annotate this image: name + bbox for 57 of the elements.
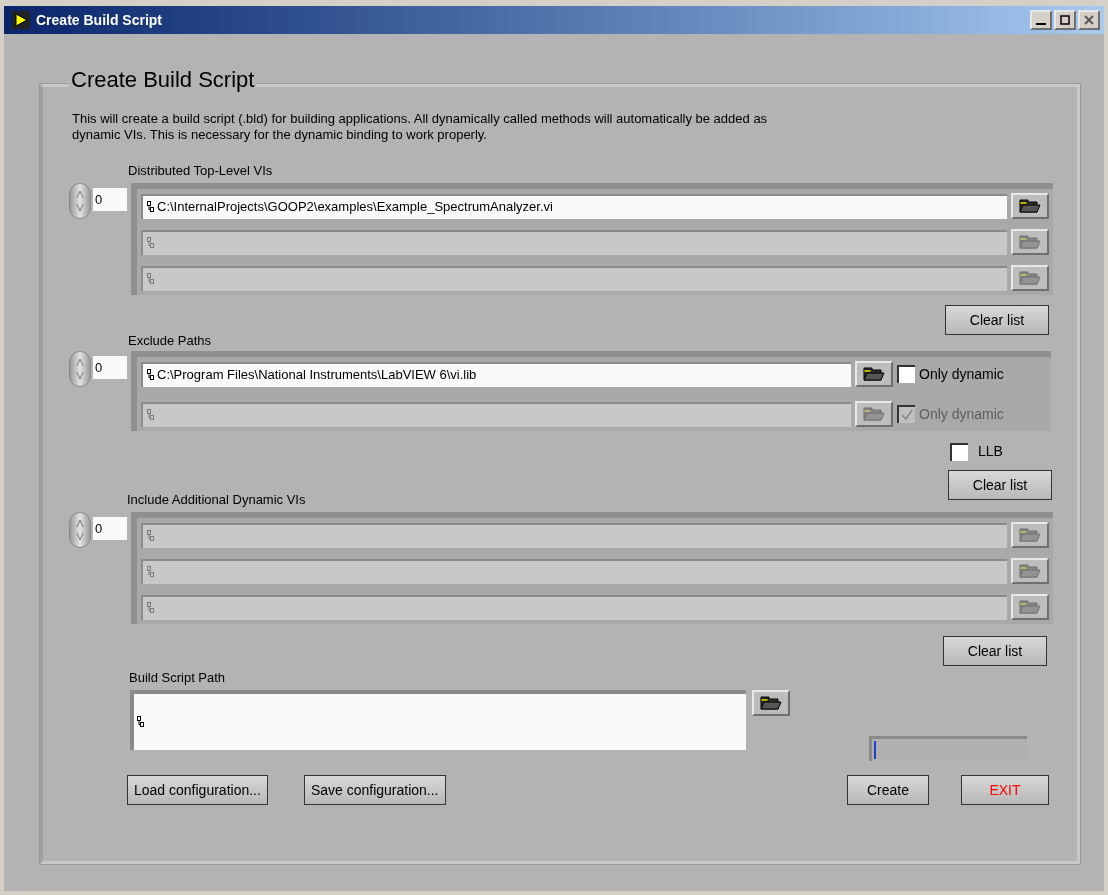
path-field[interactable]: C:\InternalProjects\GOOP2\examples\Example_SpectrumAnalyzer.vi [141,193,1007,219]
path-icon [147,237,154,249]
close-icon [1084,15,1094,25]
browse-button[interactable] [855,361,893,387]
checkbox[interactable] [897,365,915,383]
path-icon [147,409,154,421]
path-icon [147,530,154,542]
minimize-button[interactable] [1030,10,1052,30]
folder-icon [760,696,782,710]
path-field[interactable]: C:\Program Files\National Instruments\LabVIEW 6\vi.lib [141,361,851,387]
check-icon [901,409,913,421]
path-icon [137,716,144,728]
folder-icon [1019,600,1041,614]
index-spinner[interactable] [69,183,91,219]
path-icon [147,566,154,578]
section-label: Include Additional Dynamic VIs [127,492,307,508]
index-spinner[interactable] [69,512,91,548]
browse-button[interactable] [752,690,790,716]
folder-icon [863,367,885,381]
clear-list-button[interactable]: Clear list [945,305,1049,335]
browse-button[interactable] [1011,193,1049,219]
folder-icon [1019,271,1041,285]
section-label: Exclude Paths [128,333,213,349]
folder-icon [1019,235,1041,249]
maximize-icon [1060,15,1070,25]
folder-icon [863,407,885,421]
configuration-button[interactable]: Load configuration... [127,775,268,805]
index-field[interactable]: 0 [93,517,127,540]
folder-icon [1019,564,1041,578]
app-icon [12,11,30,29]
clear-list-button[interactable]: Clear list [948,470,1052,500]
create-button[interactable]: Create [847,775,929,805]
minimize-icon [1036,23,1046,25]
clear-list-button[interactable]: Clear list [943,636,1047,666]
path-icon [147,369,154,381]
index-field[interactable]: 0 [93,188,127,211]
path-icon [147,201,154,213]
maximize-button[interactable] [1054,10,1076,30]
checkbox-label: LLB [978,442,1003,461]
configuration-button[interactable]: Save configuration... [303,775,446,805]
close-button[interactable] [1078,10,1100,30]
section-label: Distributed Top-Level VIs [128,163,274,179]
path-text: C:\Program Files\National Instruments\LabVIEW 6\vi.lib [157,366,477,385]
checkbox-label: Only dynamic [919,404,1004,424]
index-field[interactable]: 0 [93,356,127,379]
index-spinner[interactable] [69,351,91,387]
folder-icon [1019,199,1041,213]
section-label: Build Script Path [129,670,227,686]
path-icon [147,273,154,285]
window-title: Create Build Script [36,10,163,30]
checkbox[interactable] [950,442,968,461]
build-script-path-field[interactable] [130,690,746,750]
folder-icon [1019,528,1041,542]
checkbox-label: Only dynamic [919,364,1004,384]
path-text: C:\InternalProjects\GOOP2\examples\Example_SpectrumAnalyzer.vi [157,198,553,217]
path-icon [147,602,154,614]
description: This will create a build script (.bld) for building applications. All dynamically called methods will automatically be added as dynamic VIs. This is necessary for the dynamic binding to work properly. [72,111,769,143]
